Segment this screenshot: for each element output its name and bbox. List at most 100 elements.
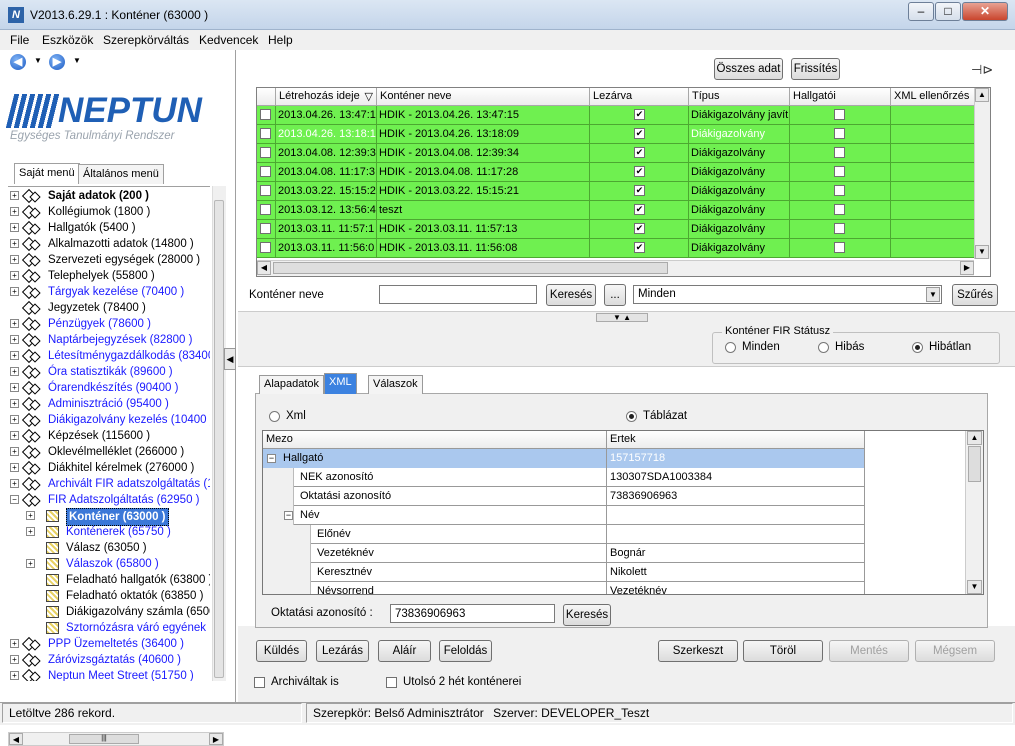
minimize-button[interactable]: ‒	[908, 2, 934, 21]
expand-toggle-icon[interactable]: +	[10, 671, 19, 680]
last-two-weeks-checkbox[interactable]	[386, 677, 397, 688]
expand-toggle-icon[interactable]: +	[26, 527, 35, 536]
tree-item[interactable]: + Kollégiumok (1800 )	[8, 204, 210, 220]
expand-toggle-icon[interactable]: +	[10, 255, 19, 264]
scroll-up-arrow-icon[interactable]: ▲	[975, 88, 989, 102]
scroll-down-arrow-icon[interactable]: ▼	[967, 580, 982, 594]
tree-item[interactable]: + Alkalmazotti adatok (14800 )	[8, 236, 210, 252]
grid-row[interactable]: 2013.03.22. 15:15:2 HDIK - 2013.03.22. 15…	[257, 182, 975, 201]
xml-row[interactable]: − Hallgató 157157718	[263, 449, 865, 468]
tree-item[interactable]: − FIR Adatszolgáltatás (62950 )	[8, 492, 210, 508]
xml-row[interactable]: Oktatási azonosító 73836906963	[263, 487, 865, 506]
edu-id-search-button[interactable]: Keresés	[563, 604, 611, 626]
expand-toggle-icon[interactable]: +	[10, 639, 19, 648]
expand-toggle-icon[interactable]: +	[10, 447, 19, 456]
expand-toggle-icon[interactable]: +	[10, 655, 19, 664]
edit-button[interactable]: Szerkeszt	[658, 640, 738, 662]
cancel-button[interactable]: Mégsem	[915, 640, 995, 662]
row-select-checkbox[interactable]	[260, 242, 271, 253]
grid-vertical-scrollbar[interactable]: ▲ ▼	[974, 88, 990, 259]
grid-header-type[interactable]: Típus	[689, 88, 790, 106]
xml-header-value[interactable]: Ertek	[607, 431, 865, 449]
expand-toggle-icon[interactable]: +	[26, 511, 35, 520]
menu-favorites[interactable]: Kedvencek	[199, 33, 258, 47]
grid-row[interactable]: 2013.03.12. 13:56:4teszt Diákigazolvány	[257, 201, 975, 220]
scroll-left-arrow-icon[interactable]: ◀	[257, 261, 271, 275]
tree-item[interactable]: + Archivált FIR adatszolgáltatás (14	[8, 476, 210, 492]
ellipsis-button[interactable]: ...	[604, 284, 626, 306]
row-select-checkbox[interactable]	[260, 128, 271, 139]
expand-toggle-icon[interactable]: +	[10, 463, 19, 472]
radio-fir-ok[interactable]	[912, 342, 923, 353]
collapse-toggle-icon[interactable]: −	[284, 511, 293, 520]
xml-row[interactable]: NEK azonosító 130307SDA1003384	[263, 468, 865, 487]
row-select-checkbox[interactable]	[260, 204, 271, 215]
row-select-checkbox[interactable]	[260, 147, 271, 158]
xml-row[interactable]: Vezetéknév Bognár	[263, 544, 865, 563]
tree-item[interactable]: Válasz (63050 )	[8, 540, 210, 556]
expand-toggle-icon[interactable]: +	[10, 431, 19, 440]
grid-header-name[interactable]: Konténer neve	[377, 88, 590, 106]
expand-toggle-icon[interactable]: +	[10, 415, 19, 424]
xml-row[interactable]: Előnév	[263, 525, 865, 544]
grid-header-closed[interactable]: Lezárva	[590, 88, 689, 106]
menu-help[interactable]: Help	[268, 33, 293, 47]
collapse-left-pane-icon[interactable]: ◀	[224, 348, 236, 370]
scroll-right-arrow-icon[interactable]: ▶	[960, 261, 974, 275]
tab-basic-data[interactable]: Alapadatok	[259, 375, 325, 394]
tree-item[interactable]: + Létesítménygazdálkodás (83400	[8, 348, 210, 364]
row-select-checkbox[interactable]	[260, 109, 271, 120]
delete-button[interactable]: Töröl	[743, 640, 823, 662]
send-button[interactable]: Küldés	[256, 640, 307, 662]
menu-role-switch[interactable]: Szerepkörváltás	[103, 33, 189, 47]
scroll-down-arrow-icon[interactable]: ▼	[975, 245, 989, 259]
sign-button[interactable]: Aláír	[378, 640, 431, 662]
tree-scroll-thumb[interactable]	[214, 200, 224, 678]
filter-button[interactable]: Szűrés	[952, 284, 998, 306]
tree-item[interactable]: Jegyzetek (78400 )	[8, 300, 210, 316]
expand-toggle-icon[interactable]: +	[10, 207, 19, 216]
tree-item[interactable]: + Órarendkészítés (90400 )	[8, 380, 210, 396]
maximize-button[interactable]: □	[935, 2, 961, 21]
forward-dropdown-icon[interactable]: ▼	[73, 56, 81, 65]
v-scroll-thumb[interactable]	[968, 446, 981, 482]
radio-table[interactable]	[626, 411, 637, 422]
grid-row[interactable]: 2013.03.11. 11:56:0 HDIK - 2013.03.11. 11…	[257, 239, 975, 258]
expand-toggle-icon[interactable]: +	[10, 239, 19, 248]
xml-header-field[interactable]: Mezo	[263, 431, 607, 449]
expand-toggle-icon[interactable]: +	[10, 287, 19, 296]
tree-item[interactable]: Feladható oktatók (63850 )	[8, 588, 210, 604]
tree-item[interactable]: + Hallgatók (5400 )	[8, 220, 210, 236]
tree-item[interactable]: + Naptárbejegyzések (82800 )	[8, 332, 210, 348]
tree-item[interactable]: + Pénzügyek (78600 )	[8, 316, 210, 332]
edu-id-input[interactable]	[390, 604, 555, 623]
tree-item[interactable]: + Válaszok (65800 )	[8, 556, 210, 572]
pin-icon[interactable]: ⊣⊳	[971, 62, 993, 78]
forward-arrow-icon[interactable]: ▶	[49, 54, 65, 70]
release-button[interactable]: Feloldás	[439, 640, 492, 662]
close-button[interactable]: ✕	[962, 2, 1008, 21]
tree-horizontal-scrollbar[interactable]: ◀ ||| ▶	[8, 732, 224, 746]
expand-toggle-icon[interactable]: +	[26, 559, 35, 568]
row-select-checkbox[interactable]	[260, 223, 271, 234]
xml-vertical-scrollbar[interactable]: ▲ ▼	[965, 431, 983, 594]
xml-row[interactable]: Keresztnév Nikolett	[263, 563, 865, 582]
tree-item[interactable]: + Neptun Meet Street (51750 )	[8, 668, 210, 681]
tab-responses[interactable]: Válaszok	[368, 375, 423, 394]
expand-toggle-icon[interactable]: +	[10, 367, 19, 376]
tree-item[interactable]: + Diákhitel kérelmek (276000 )	[8, 460, 210, 476]
expand-toggle-icon[interactable]: +	[10, 351, 19, 360]
scroll-up-arrow-icon[interactable]: ▲	[967, 431, 982, 445]
tab-own-menu[interactable]: Saját menü	[14, 163, 80, 184]
tree-item[interactable]: Diákigazolvány számla (65000	[8, 604, 210, 620]
tree-item[interactable]: Feladható hallgatók (63800 )	[8, 572, 210, 588]
xml-row[interactable]: − Név	[263, 506, 865, 525]
collapse-toggle-icon[interactable]: −	[267, 454, 276, 463]
close-container-button[interactable]: Lezárás	[316, 640, 369, 662]
tree-item[interactable]: + Telephelyek (55800 )	[8, 268, 210, 284]
grid-row[interactable]: 2013.04.08. 11:17:3 HDIK - 2013.04.08. 11…	[257, 163, 975, 182]
row-select-checkbox[interactable]	[260, 166, 271, 177]
filter-select[interactable]: Minden ▼	[633, 285, 942, 304]
back-arrow-icon[interactable]: ◀	[10, 54, 26, 70]
tree-item[interactable]: + Záróvizsgáztatás (40600 )	[8, 652, 210, 668]
